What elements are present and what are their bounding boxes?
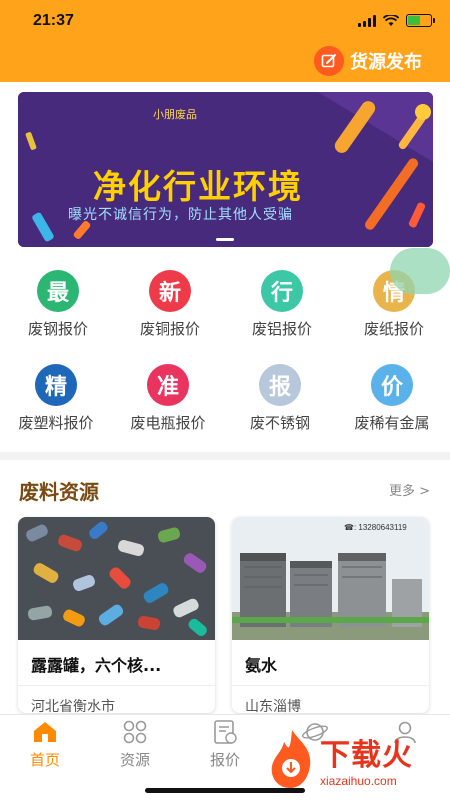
- section-divider: [0, 452, 450, 460]
- category-badge: 准: [147, 364, 189, 406]
- section-title: 废料资源: [19, 480, 99, 504]
- category-label: 废纸报价: [363, 320, 424, 338]
- tab-label: 报价: [209, 751, 240, 769]
- home-indicator: [145, 788, 305, 793]
- category-badge: 最: [37, 270, 79, 312]
- listing-location: 山东淄博: [245, 699, 301, 713]
- category-aluminum[interactable]: 行 废铝报价: [226, 270, 338, 339]
- battery-icon: [406, 14, 435, 27]
- category-label: 废稀有金属: [354, 414, 430, 432]
- category-steel[interactable]: 最 废钢报价: [2, 270, 114, 339]
- signal-icon: [358, 14, 376, 27]
- category-plastic[interactable]: 精 废塑料报价: [0, 364, 112, 433]
- promo-banner[interactable]: 小朋废品 净化行业环境 曝光不诚信行为，防止其他人受骗: [18, 92, 433, 247]
- carousel-indicator: [216, 238, 234, 241]
- banner-title: 净化行业环境: [93, 167, 303, 206]
- watermark-text: 下载火: [320, 738, 413, 773]
- category-badge: 精: [35, 364, 77, 406]
- category-stainless[interactable]: 报 废不锈钢: [224, 364, 336, 433]
- listing-card[interactable]: ☎: 13280643119 氨水 山东淄博: [232, 517, 429, 713]
- listing-phone: ☎: 13280643119: [344, 523, 407, 532]
- tab-home[interactable]: 首页: [0, 719, 90, 770]
- grid-icon: [120, 719, 150, 745]
- top-header: 21:37 货源发布: [0, 0, 450, 82]
- category-battery[interactable]: 准 废电瓶报价: [112, 364, 224, 433]
- wifi-icon: [383, 14, 399, 26]
- banner-brand: 小朋废品: [153, 108, 197, 121]
- tab-label: 首页: [29, 751, 60, 769]
- more-link[interactable]: 更多 >: [389, 480, 430, 499]
- quote-icon: [210, 719, 240, 745]
- status-icons: [358, 14, 435, 27]
- listing-title: 氨水: [245, 656, 278, 675]
- home-content: 小朋废品 净化行业环境 曝光不诚信行为，防止其他人受骗 最 废钢报价 新 废铜报…: [0, 82, 450, 714]
- listing-location: 河北省衡水市: [31, 699, 115, 713]
- publish-supply-label: 货源发布: [350, 52, 422, 73]
- tab-quotes[interactable]: 报价: [180, 719, 270, 770]
- app-screen: 21:37 货源发布 小朋废品 净化行业环境 曝光不诚信行为，防止其他人受骗 最…: [0, 0, 450, 800]
- tab-resources[interactable]: 资源: [90, 719, 180, 770]
- category-badge: 行: [261, 270, 303, 312]
- flame-logo-icon: [271, 730, 311, 788]
- category-badge: 价: [371, 364, 413, 406]
- banner-subtitle: 曝光不诚信行为，防止其他人受骗: [68, 207, 293, 223]
- category-rare-metal[interactable]: 价 废稀有金属: [336, 364, 448, 433]
- category-label: 废铜报价: [139, 320, 200, 338]
- listing-card[interactable]: 露露罐，六个核... 河北省衡水市: [18, 517, 215, 713]
- listing-title: 露露罐，六个核...: [31, 656, 162, 675]
- category-label: 废塑料报价: [18, 414, 94, 432]
- category-label: 废钢报价: [27, 320, 88, 338]
- watermark-url: xiazaihuo.com: [320, 774, 397, 788]
- tab-label: 资源: [119, 751, 150, 769]
- listing-photo: [232, 517, 429, 640]
- category-label: 废不锈钢: [249, 414, 310, 432]
- category-label: 废电瓶报价: [130, 414, 206, 432]
- category-copper[interactable]: 新 废铜报价: [114, 270, 226, 339]
- category-badge: 新: [149, 270, 191, 312]
- floating-assist-button[interactable]: [390, 248, 450, 294]
- home-icon: [30, 719, 60, 745]
- listing-photo: [18, 517, 215, 640]
- publish-supply-button[interactable]: 货源发布: [314, 46, 422, 76]
- edit-icon: [314, 46, 344, 76]
- category-badge: 报: [259, 364, 301, 406]
- status-time: 21:37: [33, 12, 74, 29]
- category-label: 废铝报价: [251, 320, 312, 338]
